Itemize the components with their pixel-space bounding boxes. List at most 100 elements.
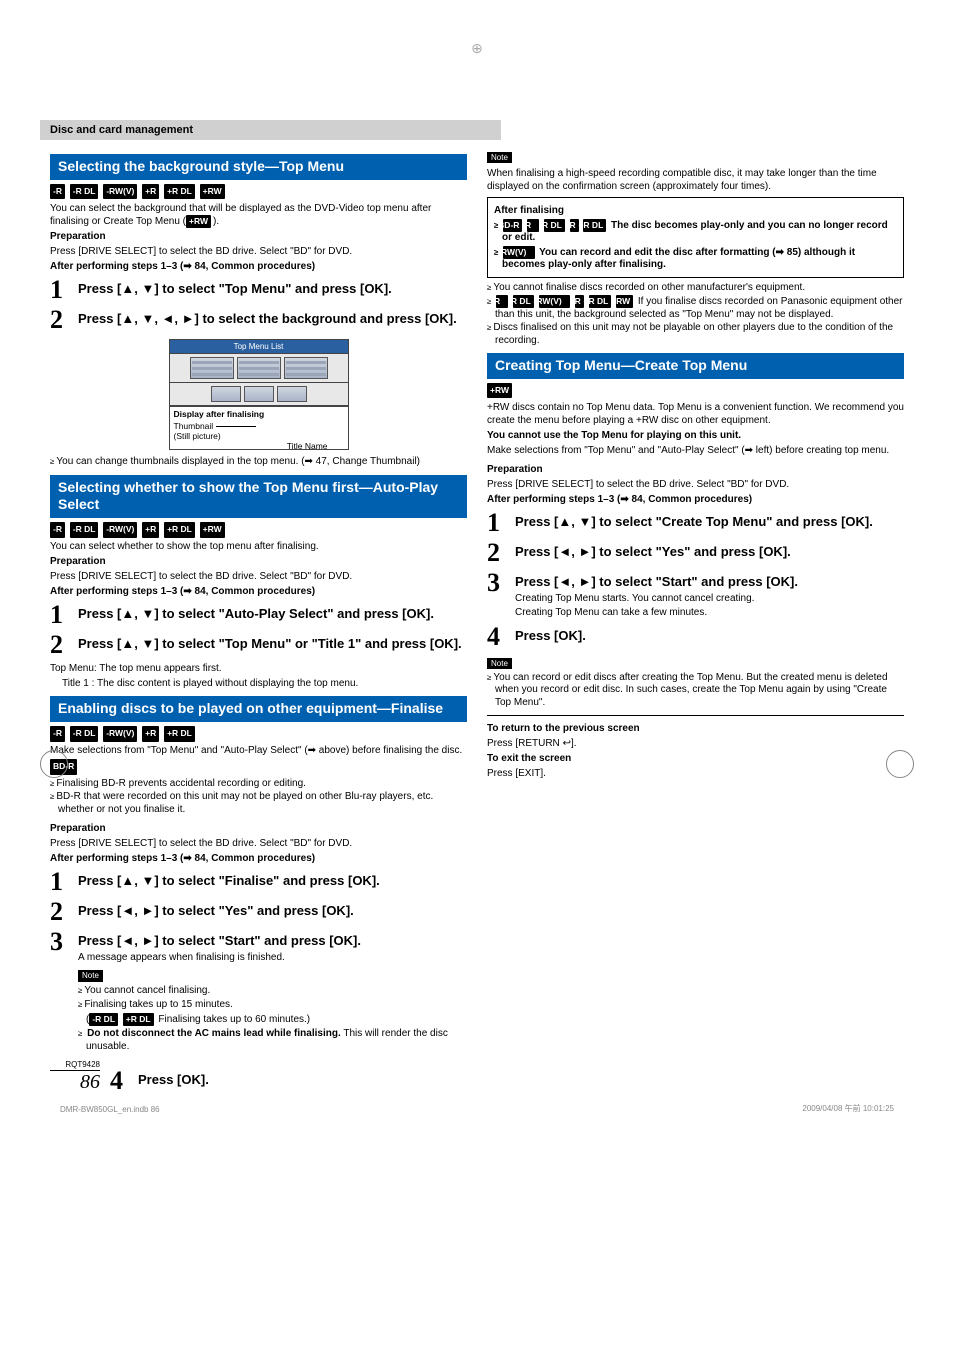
bdr-tag-row: BD-R [50,759,467,775]
return-text2-span: ]. [571,738,577,749]
step-body: Press [OK]. [515,624,586,644]
thumbnail-icon [244,386,274,402]
step-body: Press [▲, ▼] to select "Finalise" and pr… [78,869,380,889]
step-2: 2 Press [◄, ►] to select "Yes" and press… [487,540,904,566]
label-thumbnail: Thumbnail [174,421,214,431]
note-block: Note You cannot cancel finalising. Final… [78,966,467,1053]
note-label: Note [487,658,512,669]
after-fin-b3: Discs finalised on this unit may not be … [487,322,904,347]
finalise-intro: Make selections from "Top Menu" and "Aut… [50,744,467,757]
prep-text: Press [DRIVE SELECT] to select the BD dr… [487,478,904,491]
page-number: 86 [50,1071,100,1094]
bg-style-tags: -R -R DL -RW(V) +R +R DL +RW [50,184,467,200]
top-menu-list-diagram: Top Menu List Display after finalising T… [169,339,349,450]
after-fin-title: After finalising [494,204,897,217]
diagram-subtitle: Display after finalising [174,409,344,419]
finalise-tags: -R -R DL -RW(V) +R +R DL [50,726,467,742]
step-body: Press [◄, ►] to select "Yes" and press [… [78,899,354,919]
breadcrumb: Disc and card management [40,120,501,140]
tag: +R [142,184,159,200]
create-intro: +RW discs contain no Top Menu data. Top … [487,401,904,427]
step-1: 1 Press [▲, ▼] to select "Create Top Men… [487,510,904,536]
tag: +R DL [583,219,606,232]
step-3: 3 Press [◄, ►] to select "Start" and pre… [487,570,904,619]
footer-file: DMR-BW850GL_en.indb 86 [60,1105,160,1114]
tag: -RW(V) [103,726,137,742]
tag: -R [50,726,65,742]
topmenu-line: Top Menu: The top menu appears first. [50,662,467,675]
after-fin-row2: -RW(V) You can record and edit the disc … [494,246,897,272]
step-1: 1 Press [▲, ▼] to select "Top Menu" and … [50,277,467,303]
fin-note-3: (-R DL +R DL Finalising takes up to 60 m… [78,1013,467,1026]
thumbnail-icon [237,357,281,379]
tag: +R DL [164,726,195,742]
tag-plus-rw: +RW [186,215,211,228]
after-finalising-box: After finalising BD-R -R -R DL +R +R DL … [487,197,904,278]
step-body: Press [▲, ▼] to select "Create Top Menu"… [515,510,873,530]
footer-step4-row: RQT9428 86 4 Press [OK]. [50,1060,467,1094]
tag: +RW [200,184,225,200]
step-number: 4 [110,1068,138,1094]
tag: +R DL [123,1013,154,1026]
prep-text: Press [DRIVE SELECT] to select the BD dr… [50,245,467,258]
tag: -RW(V) [103,522,137,538]
step-2: 2 Press [▲, ▼] to select "Top Menu" or "… [50,632,467,658]
after-fin-row2-text: You can record and edit the disc after f… [502,247,855,271]
after-steps: After performing steps 1–3 (➡ 84, Common… [50,585,467,598]
step-number: 2 [50,632,78,658]
tag: -R [50,184,65,200]
step-2: 2 Press [▲, ▼, ◄, ►] to select the backg… [50,307,467,333]
exit-label: To exit the screen [487,752,904,765]
step-body: Press [▲, ▼] to select "Top Menu" or "Ti… [78,632,462,652]
step-1: 1 Press [▲, ▼] to select "Auto-Play Sele… [50,602,467,628]
thumbnail-icon [277,386,307,402]
exit-text: Press [EXIT]. [487,767,904,780]
prep-label: Preparation [50,555,467,568]
pointer-line [216,426,256,427]
rqt-code: RQT9428 [50,1060,100,1071]
return-text: Press [RETURN ↩]. [487,737,904,750]
section-bg-style-header: Selecting the background style—Top Menu [50,154,467,180]
footer-date: 2009/04/08 午前 10:01:25 [802,1103,894,1114]
title1-line: Title 1 : The disc content is played wit… [50,677,467,690]
step-number: 1 [50,602,78,628]
prep-text: Press [DRIVE SELECT] to select the BD dr… [50,570,467,583]
after-fin-b2: -R -R DL -RW(V) +R +R DL +RW If you fina… [487,295,904,321]
step3-sub: A message appears when finalising is fin… [78,952,467,965]
return-label: To return to the previous screen [487,722,904,735]
step3-text: Press [◄, ►] to select "Start" and press… [515,574,798,589]
step-body: Press [OK]. [138,1068,209,1088]
tag: +R [570,219,579,232]
right-note-text: When finalising a high-speed recording c… [487,167,904,193]
diagram-lower: Display after finalising Thumbnail (Stil… [169,406,349,450]
prep-label: Preparation [487,463,904,476]
create-makesel: Make selections from "Top Menu" and "Aut… [487,444,904,457]
bg-intro-text1: You can select the background that will … [50,203,431,227]
step-number: 1 [50,277,78,303]
registration-mark: ⊕ [471,40,483,57]
section-finalise-header: Enabling discs to be played on other equ… [50,696,467,722]
label-still-picture: (Still picture) [174,431,221,441]
step3-sub1: Creating Top Menu starts. You cannot can… [515,593,798,606]
step-body: Press [◄, ►] to select "Start" and press… [78,929,467,1054]
tag: -RW(V) [103,184,137,200]
after-fin-row1: BD-R -R -R DL +R +R DL The disc becomes … [494,219,897,245]
step-4: 4 Press [OK]. [487,624,904,650]
tag-plus-rw: +RW [487,383,512,399]
tag: -R [496,295,508,308]
tag: -R DL [89,1013,118,1026]
left-column: Selecting the background style—Top Menu … [50,148,467,1094]
diagram-labels: Thumbnail (Still picture) [174,421,344,441]
step-number: 3 [487,570,515,596]
autoplay-intro: You can select whether to show the top m… [50,540,467,553]
note-label: Note [487,152,512,163]
step-body: Press [▲, ▼] to select "Top Menu" and pr… [78,277,392,297]
n4-bold: Do not disconnect the AC mains lead whil… [87,1028,341,1039]
step-body: Press [◄, ►] to select "Start" and press… [515,570,798,619]
create-cannot: You cannot use the Top Menu for playing … [487,429,904,442]
bdr-bullet-2: BD-R that were recorded on this unit may… [50,791,467,816]
after-steps: After performing steps 1–3 (➡ 84, Common… [487,493,904,506]
step-number: 3 [50,929,78,955]
tag: +RW [616,295,633,308]
page-number-box: RQT9428 86 [50,1060,100,1094]
